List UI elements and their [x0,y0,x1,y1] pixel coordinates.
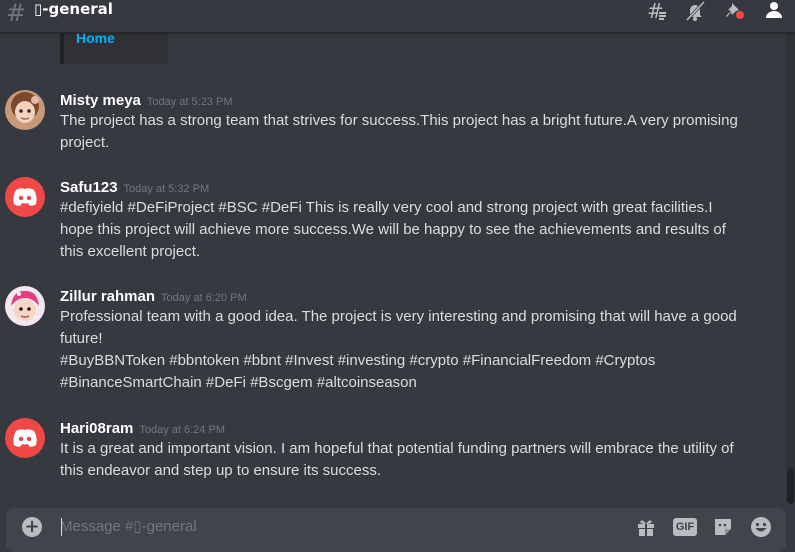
user-avatar[interactable] [5,418,45,458]
message-header: Safu123 Today at 5:32 PM [60,177,209,196]
user-avatar[interactable] [5,90,45,130]
message-header: Misty meya Today at 5:23 PM [60,90,232,109]
text-caret [61,518,62,536]
message-input[interactable] [60,514,620,538]
channel-header: # ▯-general # [0,0,795,33]
message-hashtags: #BuyBBNToken #bbntoken #bbnt #Invest #in… [60,352,656,391]
message-item: Safu123 Today at 5:32 PM #defiyield #DeFi… [0,177,780,267]
username[interactable]: Zillur rahman [60,288,155,305]
message-item: Hari08ram Today at 6:24 PM It is a great … [0,418,780,484]
username[interactable]: Safu123 [60,179,118,196]
embed-card: Home [60,28,168,64]
username[interactable]: Hari08ram [60,420,133,437]
timestamp: Today at 6:20 PM [161,292,247,304]
timestamp: Today at 5:32 PM [123,183,210,195]
threads-icon[interactable]: # [644,0,670,22]
pin-icon[interactable] [722,0,748,22]
gift-icon[interactable] [634,515,658,539]
add-attachment-button[interactable]: + [22,517,42,537]
message-content: The project has a strong team that striv… [60,112,738,151]
hashtag-icon: # [6,0,27,27]
message-header: Zillur rahman Today at 6:20 PM [60,286,247,305]
notification-bell-muted-icon[interactable] [682,0,708,22]
discord-logo-icon [13,188,37,206]
message-content: #defiyield #DeFiProject #BSC #DeFi This … [60,199,726,260]
timestamp: Today at 5:23 PM [146,96,233,108]
scrollbar-thumb[interactable] [787,468,794,504]
gif-button[interactable]: GIF [673,515,697,539]
username[interactable]: Misty meya [60,92,141,109]
discord-logo-icon [13,429,37,447]
timestamp: Today at 6:24 PM [139,424,225,436]
message-composer: + GIF [6,508,786,552]
message-content: Professional team with a good idea. The … [60,306,740,394]
message-content: It is a great and important vision. I am… [60,440,734,479]
sticker-icon[interactable] [711,515,735,539]
message-header: Hari08ram Today at 6:24 PM [60,418,225,437]
members-icon[interactable] [760,0,786,22]
scrollbar-track[interactable] [786,32,795,502]
message-list: Home Misty meya Today at 5:23 PM The proj… [0,0,795,540]
channel-name: ▯-general [34,0,113,18]
message-item: Misty meya Today at 5:23 PM The project h… [0,90,780,156]
message-text: Professional team with a good idea. The … [60,308,737,347]
user-avatar[interactable] [5,286,45,326]
user-avatar[interactable] [5,177,45,217]
emoji-icon[interactable] [749,515,773,539]
gif-label: GIF [673,518,697,536]
message-item: Zillur rahman Today at 6:20 PM Profession… [0,286,780,396]
